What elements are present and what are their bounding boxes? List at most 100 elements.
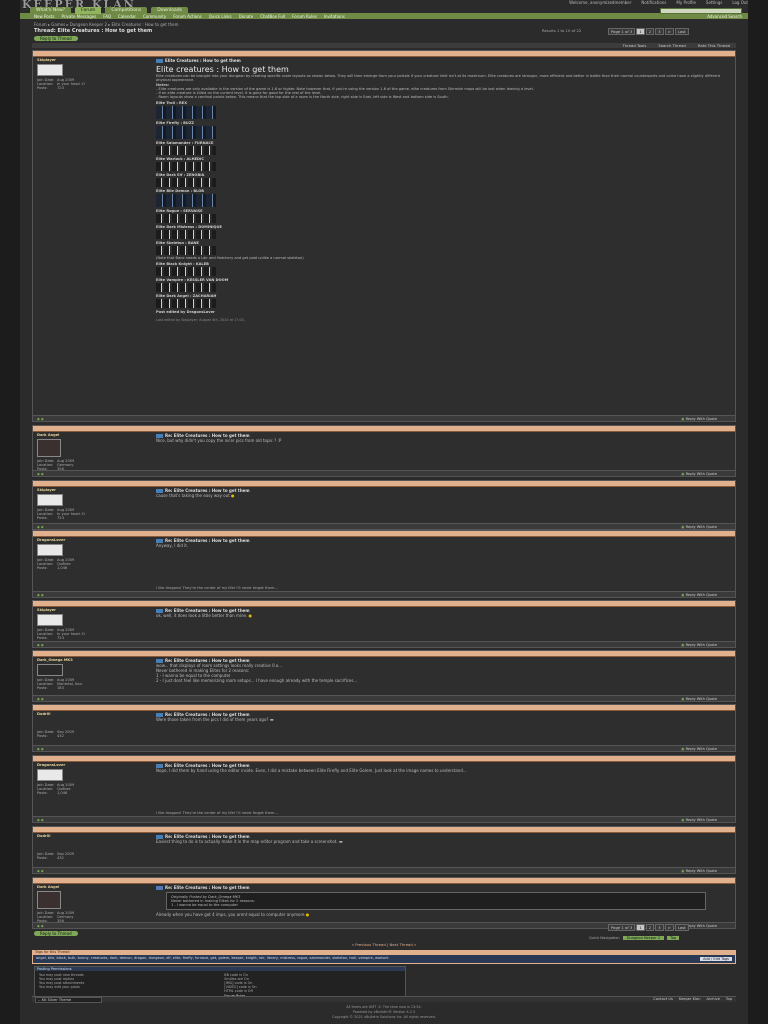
notifications-link[interactable]: Notifications	[641, 0, 666, 6]
username[interactable]: Dodrill	[37, 834, 147, 838]
advanced-search-link[interactable]: Advanced Search	[707, 14, 742, 19]
nav-link-private-messages[interactable]: Private Messages	[61, 14, 96, 19]
quick-navigation: Quick Navigation Dungeon Keeper 2 Top	[589, 936, 680, 940]
username[interactable]: Dodrill	[37, 712, 147, 716]
prev-next-thread-links[interactable]: « Previous Thread | Next Thread »	[20, 942, 748, 947]
my-profile-link[interactable]: My Profile	[676, 0, 696, 6]
post-icons[interactable]: ◆ ◆	[37, 472, 44, 476]
username[interactable]: Dark Angel	[37, 433, 147, 437]
reply-with-quote-button[interactable]: Reply With Quote	[681, 593, 717, 597]
page-label[interactable]: Page 1 of 3	[608, 924, 636, 931]
home-link[interactable]: Keeper Klan	[679, 997, 701, 1001]
post-icons[interactable]: ◆ ◆	[37, 924, 44, 928]
archive-link[interactable]: Archive	[706, 997, 719, 1001]
room-layout-image[interactable]	[156, 299, 216, 308]
post-icons[interactable]: ◆ ◆	[37, 697, 44, 701]
settings-link[interactable]: Settings	[706, 0, 722, 6]
page-title: Thread: Elite Creatures : How to get the…	[34, 28, 152, 34]
nav-link-faq[interactable]: FAQ	[103, 14, 111, 19]
nav-link-calendar[interactable]: Calendar	[118, 14, 136, 19]
user-topbar: Welcome, anonymizedmember Notifications …	[490, 0, 748, 6]
page-2[interactable]: 2	[645, 924, 655, 931]
username[interactable]: Skiplayer	[37, 608, 147, 612]
reply-with-quote-button[interactable]: Reply With Quote	[681, 818, 717, 822]
post-header	[33, 651, 735, 657]
reply-with-quote-button[interactable]: Reply With Quote	[681, 472, 717, 476]
page-label[interactable]: Page 1 of 3	[608, 28, 636, 35]
user-info: Skiplayer Join Date: Aug 2009 Location: In…	[37, 608, 147, 640]
room-layout-image[interactable]	[156, 162, 216, 171]
page-last[interactable]: Last	[674, 924, 689, 931]
page-3[interactable]: 3	[655, 28, 664, 35]
username[interactable]: Skiplayer	[37, 58, 147, 62]
signature: I like dragons! They're the center of my…	[156, 811, 278, 815]
room-layout-image[interactable]	[156, 230, 216, 239]
powered-by: Powered by vBulletin® Version 4.2.5	[352, 1010, 416, 1014]
reply-to-thread-button-bottom[interactable]: Reply to Thread	[34, 931, 78, 936]
style-chooser[interactable]: -- KK Silver Theme	[35, 997, 103, 1003]
username[interactable]: DragonsLover	[37, 538, 147, 542]
page-next[interactable]: >	[664, 28, 674, 35]
page-last[interactable]: Last	[674, 28, 689, 35]
post-icons[interactable]: ◆ ◆	[37, 417, 44, 421]
room-layout-image[interactable]	[156, 214, 216, 223]
post-icons[interactable]: ◆ ◆	[37, 593, 44, 597]
nav-link-forum-rules[interactable]: Forum Rules	[292, 14, 317, 19]
add-edit-tags-button[interactable]: Add / Edit Tags	[700, 957, 732, 961]
reply-with-quote-button[interactable]: Reply With Quote	[681, 417, 717, 421]
page-2[interactable]: 2	[645, 28, 655, 35]
user-info: Dodrill Join Date: Sep 2009 Posts: 432	[37, 712, 147, 738]
page-1[interactable]: 1	[636, 28, 645, 35]
nav-link-chatbox[interactable]: ChatBox Full	[260, 14, 285, 19]
post-body: Elite Creatures : How to get them Elite …	[156, 58, 732, 322]
top-link[interactable]: Top	[726, 997, 732, 1001]
avatar	[37, 840, 61, 850]
smiley-icon: ▬	[269, 717, 274, 722]
username[interactable]: Skiplayer	[37, 488, 147, 492]
username[interactable]: Dark Angel	[37, 885, 147, 889]
nav-link-forum-actions[interactable]: Forum Actions	[173, 14, 202, 19]
room-layout-image[interactable]	[156, 106, 216, 119]
post-icons[interactable]: ◆ ◆	[37, 869, 44, 873]
reply-with-quote-button[interactable]: Reply With Quote	[681, 747, 717, 751]
post-text: cause that's taking the easy way out ●	[156, 493, 235, 498]
nav-links: New Posts Private Messages FAQ Calendar …	[34, 14, 345, 19]
page-1[interactable]: 1	[636, 924, 645, 931]
reply-with-quote-button[interactable]: Reply With Quote	[681, 869, 717, 873]
contact-us-link[interactable]: Contact Us	[653, 997, 673, 1001]
nav-link-community[interactable]: Community	[143, 14, 166, 19]
room-layout-image[interactable]	[156, 246, 216, 255]
username[interactable]: Dark_Omega MK3	[37, 658, 147, 662]
quick-nav-select[interactable]: Dungeon Keeper 2	[622, 936, 665, 940]
room-layout-image[interactable]	[156, 126, 216, 139]
post-body: Re: Elite Creatures : How to get them Or…	[156, 885, 732, 917]
room-layout-image[interactable]	[156, 194, 216, 207]
page-next[interactable]: >	[664, 924, 674, 931]
username[interactable]: DragonsLover	[37, 763, 147, 767]
room-layout-image[interactable]	[156, 146, 216, 155]
search-thread-menu[interactable]: Search Thread	[658, 43, 686, 48]
rate-thread-menu[interactable]: Rate This Thread	[698, 43, 730, 48]
top-button[interactable]: Top	[667, 936, 680, 940]
logout-link[interactable]: Log Out	[732, 0, 748, 6]
post-icons[interactable]: ◆ ◆	[37, 643, 44, 647]
reply-with-quote-button[interactable]: Reply With Quote	[681, 525, 717, 529]
thread-tools-menu[interactable]: Thread Tools	[622, 43, 646, 48]
post-icons[interactable]: ◆ ◆	[37, 747, 44, 751]
room-layout-image[interactable]	[156, 267, 216, 276]
post-icons[interactable]: ◆ ◆	[37, 525, 44, 529]
nav-link-donate[interactable]: Donate	[239, 14, 254, 19]
nav-link-invitations[interactable]: Invitations	[324, 14, 345, 19]
reply-with-quote-button[interactable]: Reply With Quote	[681, 697, 717, 701]
nav-link-quick-links[interactable]: Quick Links	[209, 14, 232, 19]
room-layout-image[interactable]	[156, 283, 216, 292]
post-body: Re: Elite Creatures : How to get them ok…	[156, 608, 732, 618]
breadcrumb[interactable]: Forum ▸ Games ▸ Dungeon Keeper 2 ▸ Elite…	[34, 22, 179, 27]
room-layout-image[interactable]	[156, 178, 216, 187]
nav-link-new-posts[interactable]: New Posts	[34, 14, 54, 19]
reply-with-quote-button[interactable]: Reply With Quote	[681, 643, 717, 647]
page-3[interactable]: 3	[655, 924, 664, 931]
post-icons[interactable]: ◆ ◆	[37, 818, 44, 822]
reply-to-thread-button[interactable]: Reply to Thread	[34, 36, 78, 41]
forum-page: KEEPER KLAN Welcome, anonymizedmember No…	[20, 0, 748, 1024]
